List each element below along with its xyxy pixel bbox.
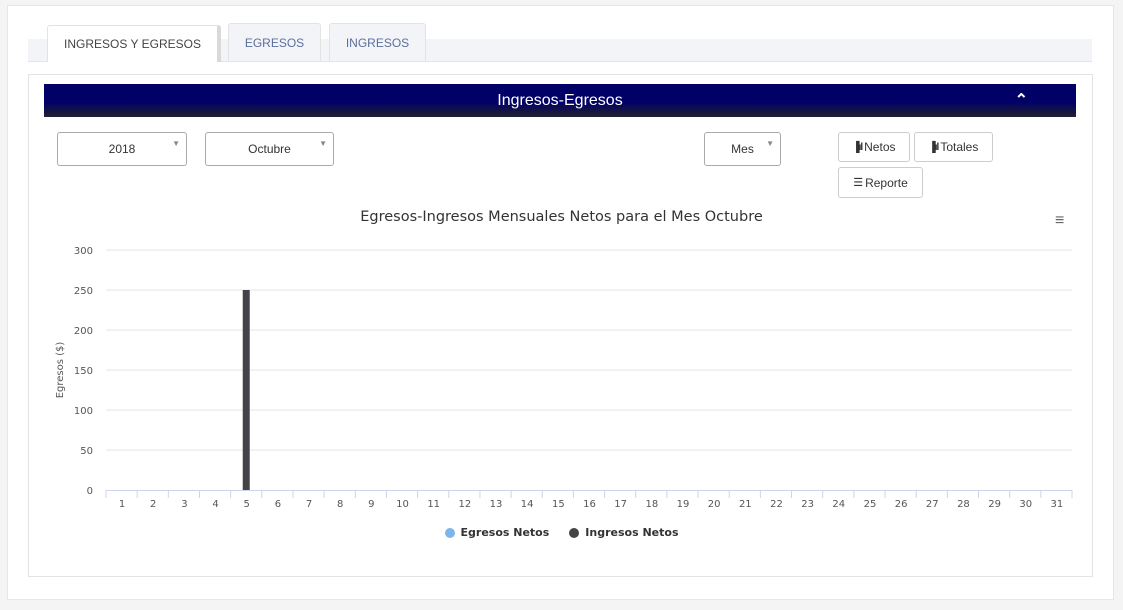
y-tick-label: 50 [80,446,93,457]
x-tick-label: 22 [770,499,783,510]
x-tick-label: 17 [614,499,627,510]
legend-item-egresos[interactable]: Egresos Netos [444,526,550,539]
x-tick-label: 23 [801,499,814,510]
x-tick-label: 10 [396,499,409,510]
x-tick-label: 15 [552,499,565,510]
x-tick-label: 6 [275,499,281,510]
y-tick-label: 100 [74,406,93,417]
x-tick-label: 28 [957,499,970,510]
x-tick-label: 1 [119,499,125,510]
x-tick-label: 2 [150,499,156,510]
y-tick-label: 200 [74,326,93,337]
x-tick-label: 7 [306,499,312,510]
y-tick-label: 300 [74,246,93,257]
legend-dot-egresos [444,527,455,538]
x-tick-label: 27 [926,499,939,510]
x-tick-label: 8 [337,499,343,510]
x-tick-label: 9 [368,499,374,510]
x-tick-label: 24 [832,499,845,510]
x-tick-label: 12 [458,499,471,510]
x-tick-label: 18 [645,499,658,510]
x-tick-label: 29 [988,499,1001,510]
x-tick-label: 11 [427,499,440,510]
x-tick-label: 21 [739,499,752,510]
x-tick-label: 16 [583,499,596,510]
bar-chart: 0501001502002503001 2 3 4 5 6 7 8 9 10 11 12 13 14 15 1… [55,246,1073,510]
x-tick-label: 20 [708,499,721,510]
x-tick-label: 14 [521,499,534,510]
x-tick-label: 5 [244,499,250,510]
y-tick-label: 0 [87,486,93,497]
x-tick-label: 13 [490,499,503,510]
y-tick-label: 250 [74,286,93,297]
x-tick-label: 30 [1019,499,1032,510]
bar-ingresos-netos [242,290,250,490]
legend-dot-ingresos [569,527,580,538]
legend-label: Ingresos Netos [585,526,679,539]
x-tick-label: 19 [677,499,690,510]
legend-label: Egresos Netos [460,526,550,539]
x-tick-label: 26 [895,499,908,510]
x-tick-label: 31 [1051,499,1064,510]
legend-item-ingresos[interactable]: Ingresos Netos [569,526,679,539]
chart-legend: Egresos Netos Ingresos Netos [0,526,1123,539]
x-tick-label: 4 [212,499,218,510]
y-axis-label: Egresos ($) [55,342,66,399]
x-tick-label: 3 [181,499,187,510]
x-tick-label: 25 [864,499,877,510]
y-tick-label: 150 [74,366,93,377]
